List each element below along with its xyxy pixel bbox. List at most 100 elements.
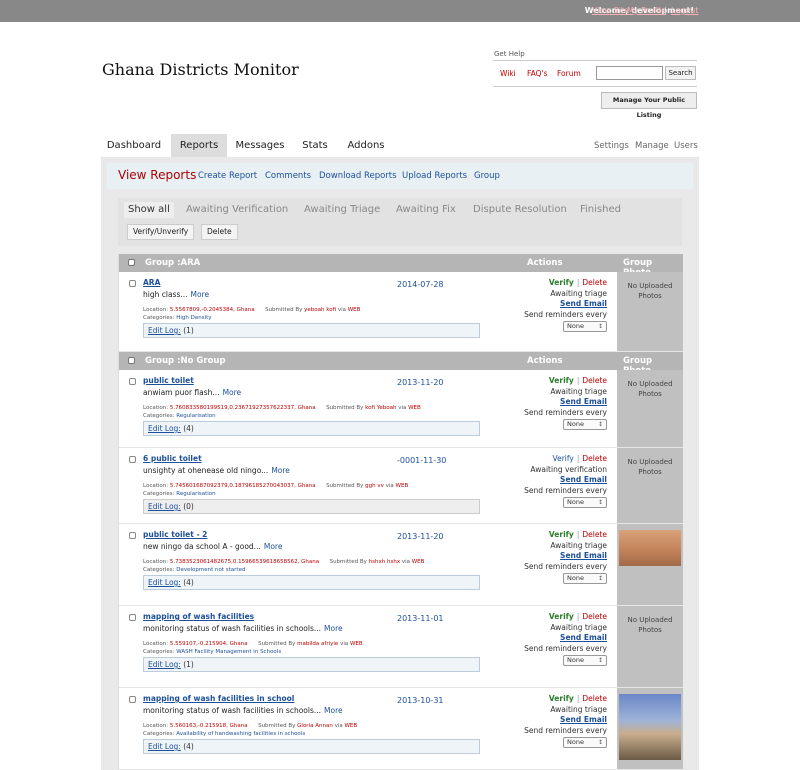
reminder-select[interactable]: None ↕ (563, 419, 607, 430)
group-title: Group :ARA (145, 258, 201, 268)
filter-awaiting-triage[interactable]: Awaiting Triage (304, 202, 380, 218)
verify-link[interactable]: Verify (549, 694, 574, 703)
send-email-link[interactable]: Send Email (560, 551, 607, 560)
delete-link[interactable]: Delete (582, 530, 607, 539)
delete-link[interactable]: Delete (582, 454, 607, 463)
report-checkbox[interactable] (129, 696, 136, 703)
edit-log[interactable]: Edit Log: (1) (143, 657, 480, 672)
edit-log[interactable]: Edit Log: (4) (143, 575, 480, 590)
delete-button[interactable]: Delete (201, 224, 238, 240)
search-input[interactable] (596, 66, 663, 80)
via-label: via (398, 405, 407, 411)
edit-log[interactable]: Edit Log: (4) (143, 739, 480, 754)
send-email-link[interactable]: Send Email (560, 633, 607, 642)
delete-link[interactable]: Delete (582, 612, 607, 621)
edit-log-label[interactable]: Edit Log: (148, 660, 181, 669)
verify-link[interactable]: Verify (549, 278, 574, 287)
location-value: 5.559107,-0.215904, Ghana (169, 641, 248, 647)
edit-log-label[interactable]: Edit Log: (148, 578, 181, 587)
report-date: 2013-11-20 (397, 378, 444, 387)
send-email-link[interactable]: Send Email (560, 715, 607, 724)
upload-reports-link[interactable]: Upload Reports (402, 171, 467, 181)
manage-listing-button[interactable]: Manage Your Public Listing (601, 92, 697, 119)
report-title-link[interactable]: mapping of wash facilities (143, 612, 254, 621)
edit-log[interactable]: Edit Log: (0) (143, 499, 480, 514)
tab-messages[interactable]: Messages (231, 134, 289, 157)
reminder-select[interactable]: None ↕ (563, 497, 607, 508)
report-categories: Categories: Development not started (143, 567, 245, 573)
more-link[interactable]: More (324, 624, 343, 633)
create-report-link[interactable]: Create Report (198, 171, 257, 181)
group-checkbox[interactable] (128, 357, 135, 364)
download-reports-link[interactable]: Download Reports (319, 171, 397, 181)
group-link[interactable]: Group (474, 171, 500, 181)
reminder-select-wrap: None ↕ (519, 572, 607, 584)
verify-link[interactable]: Verify (549, 530, 574, 539)
send-reminders-label: Send reminders every (524, 725, 607, 735)
group-checkbox[interactable] (128, 259, 135, 266)
edit-log[interactable]: Edit Log: (1) (143, 323, 480, 338)
tab-dashboard[interactable]: Dashboard (101, 134, 167, 157)
report-photo[interactable] (619, 694, 681, 760)
send-email-link[interactable]: Send Email (560, 299, 607, 308)
edit-log-label[interactable]: Edit Log: (148, 742, 181, 751)
filter-show-all[interactable]: Show all (124, 202, 174, 218)
verify-unverify-button[interactable]: Verify/Unverify (127, 224, 195, 240)
faqs-link[interactable]: FAQ's (527, 69, 548, 78)
report-title-link[interactable]: public toilet (143, 376, 194, 385)
delete-link[interactable]: Delete (582, 278, 607, 287)
send-email-link[interactable]: Send Email (560, 475, 607, 484)
edit-log[interactable]: Edit Log: (4) (143, 421, 480, 436)
more-link[interactable]: More (223, 388, 242, 397)
send-email-link[interactable]: Send Email (560, 397, 607, 406)
no-photos-text: No Uploaded Photos (627, 380, 673, 398)
view-site-link[interactable]: View Site (592, 6, 629, 15)
filter-awaiting-fix[interactable]: Awaiting Fix (396, 202, 456, 218)
more-link[interactable]: More (191, 290, 210, 299)
reminder-select[interactable]: None ↕ (563, 737, 607, 748)
tab-addons[interactable]: Addons (341, 134, 391, 157)
reminder-select[interactable]: None ↕ (563, 655, 607, 666)
filter-awaiting-verification[interactable]: Awaiting Verification (186, 202, 288, 218)
users-link[interactable]: Users (674, 141, 698, 151)
report-title-link[interactable]: ARA (143, 278, 160, 287)
tab-reports[interactable]: Reports (171, 134, 227, 157)
more-link[interactable]: More (264, 542, 283, 551)
delete-link[interactable]: Delete (582, 694, 607, 703)
manage-link[interactable]: Manage (635, 141, 669, 151)
forum-link[interactable]: Forum (557, 69, 581, 78)
delete-link[interactable]: Delete (582, 376, 607, 385)
edit-log-count: (1) (183, 326, 194, 335)
report-checkbox[interactable] (129, 280, 136, 287)
edit-log-label[interactable]: Edit Log: (148, 424, 181, 433)
edit-log-label[interactable]: Edit Log: (148, 502, 181, 511)
report-checkbox[interactable] (129, 614, 136, 621)
more-link[interactable]: More (324, 706, 343, 715)
more-link[interactable]: More (271, 466, 290, 475)
reminder-select[interactable]: None ↕ (563, 321, 607, 332)
report-title-link[interactable]: mapping of wash facilities in school (143, 694, 294, 703)
wiki-link[interactable]: Wiki (500, 69, 516, 78)
verify-link[interactable]: Verify (553, 454, 574, 463)
report-checkbox[interactable] (129, 456, 136, 463)
verify-link[interactable]: Verify (549, 612, 574, 621)
filter-finished[interactable]: Finished (580, 202, 621, 218)
report-checkbox[interactable] (129, 532, 136, 539)
comments-link[interactable]: Comments (265, 171, 311, 181)
logout-link[interactable]: Logout (671, 6, 698, 15)
report-title-link[interactable]: 6 public toilet (143, 454, 202, 463)
reminder-select[interactable]: None ↕ (563, 573, 607, 584)
report-title-link[interactable]: public toilet - 2 (143, 530, 207, 539)
edit-log-count: (0) (183, 502, 194, 511)
location-value: 5.560163,-0.215918, Ghana (169, 723, 248, 729)
report-checkbox[interactable] (129, 378, 136, 385)
tab-stats[interactable]: Stats (294, 134, 336, 157)
filter-dispute-resolution[interactable]: Dispute Resolution (473, 202, 567, 218)
search-button[interactable]: Search (665, 66, 696, 80)
my-profile-link[interactable]: My Profile (627, 6, 666, 15)
settings-link[interactable]: Settings (594, 141, 629, 151)
edit-log-label[interactable]: Edit Log: (148, 326, 181, 335)
report-photo[interactable] (619, 530, 681, 566)
categories-label: Categories: (143, 413, 175, 419)
verify-link[interactable]: Verify (549, 376, 574, 385)
